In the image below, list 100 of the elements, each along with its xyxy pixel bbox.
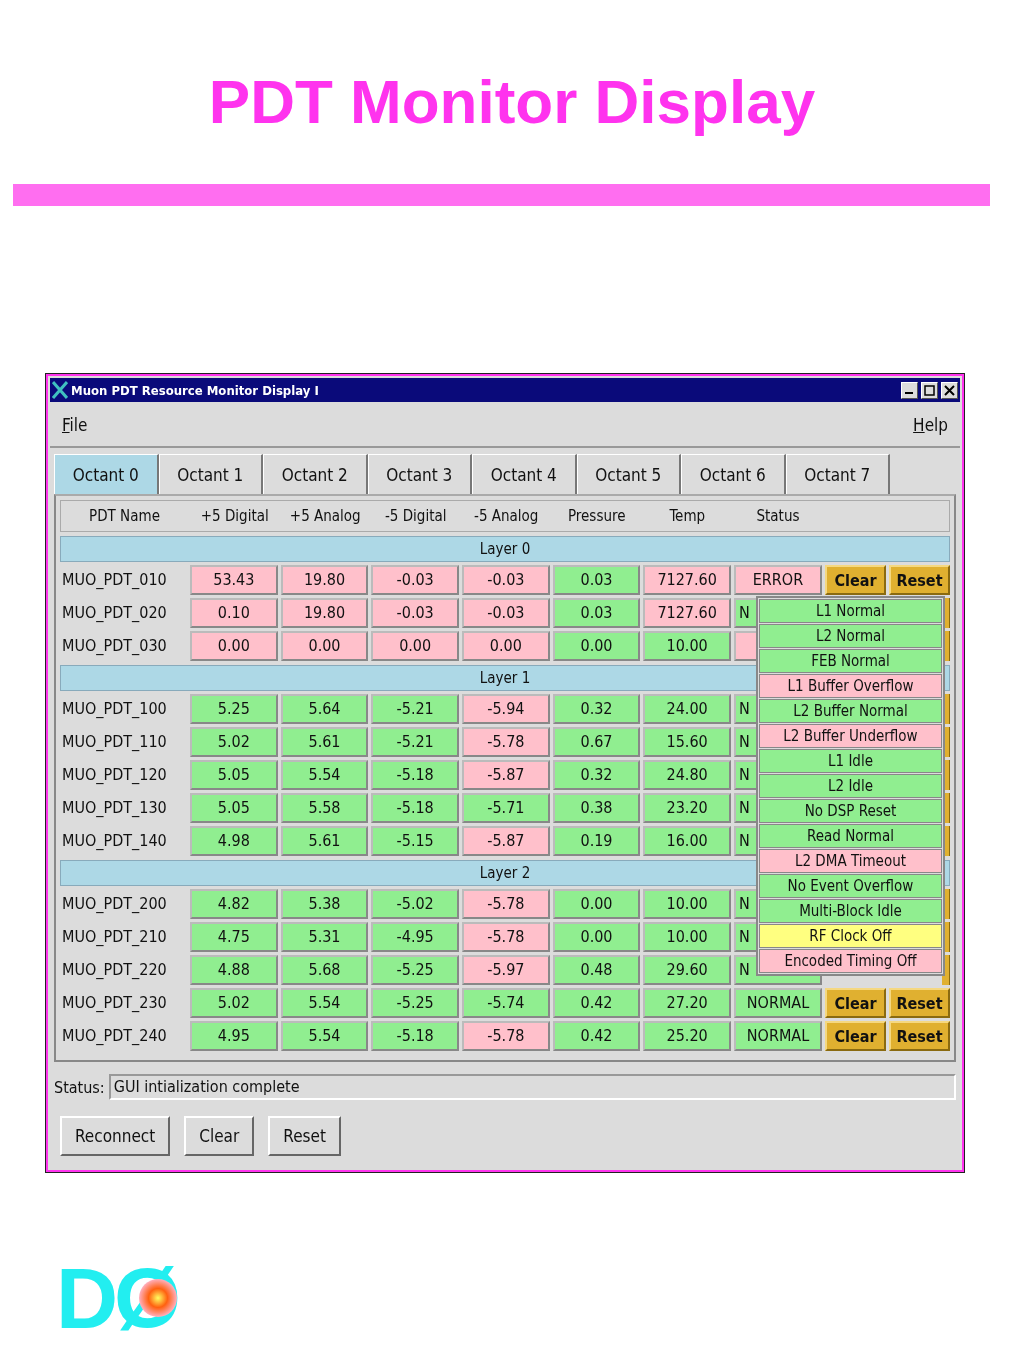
value-cell: 0.10 xyxy=(190,598,278,628)
column-header: Status xyxy=(755,507,801,525)
row-action-button[interactable]: Clear xyxy=(825,1021,886,1051)
value-cell: 0.19 xyxy=(552,826,641,856)
value-cell: -5.78 xyxy=(462,922,550,952)
status-menu-item[interactable]: L2 Idle xyxy=(759,774,942,798)
tab[interactable]: Octant 4 xyxy=(472,454,577,494)
value-cell: 5.02 xyxy=(190,988,278,1018)
status-menu-item[interactable]: FEB Normal xyxy=(759,649,942,673)
value-cell: 5.64 xyxy=(280,694,369,724)
tab[interactable]: Octant 7 xyxy=(785,454,890,494)
pdt-name: MUO_PDT_020 xyxy=(61,602,168,624)
value-cell: 0.00 xyxy=(552,922,641,952)
tab[interactable]: Octant 0 xyxy=(54,454,159,494)
value-cell: 0.32 xyxy=(552,760,641,790)
menu-item[interactable]: Help xyxy=(913,415,948,435)
row-action-button[interactable]: Clear xyxy=(825,565,886,595)
value-cell: -5.74 xyxy=(462,988,550,1018)
pdt-name: MUO_PDT_220 xyxy=(61,959,168,981)
status-menu-item[interactable]: No DSP Reset xyxy=(759,799,942,823)
maximize-button[interactable] xyxy=(921,381,938,399)
status-menu-item[interactable]: L2 Buffer Underflow xyxy=(759,724,942,748)
value-cell: 7127.60 xyxy=(643,565,731,595)
column-header: +5 Digital xyxy=(199,507,270,525)
action-button[interactable]: Reset xyxy=(268,1116,341,1156)
value-cell: 5.58 xyxy=(280,793,369,823)
value-cell: 24.80 xyxy=(643,760,731,790)
value-cell: 5.61 xyxy=(280,826,369,856)
status-menu-item[interactable]: No Event Overflow xyxy=(759,874,942,898)
value-cell: 0.48 xyxy=(552,955,641,985)
pdt-name: MUO_PDT_240 xyxy=(61,1025,168,1047)
value-cell: 5.05 xyxy=(190,760,278,790)
value-cell: 23.20 xyxy=(643,793,731,823)
value-cell: -5.21 xyxy=(371,694,459,724)
tab[interactable]: Octant 5 xyxy=(576,454,681,494)
window-title: Muon PDT Resource Monitor Display I xyxy=(71,382,320,398)
value-cell: -5.25 xyxy=(371,955,459,985)
value-cell: 5.54 xyxy=(280,1021,369,1051)
value-cell: 4.98 xyxy=(190,826,278,856)
value-cell: -5.87 xyxy=(462,826,550,856)
status-menu-item[interactable]: L2 DMA Timeout xyxy=(759,849,942,873)
menu-item[interactable]: File xyxy=(62,415,88,435)
value-cell: 0.67 xyxy=(552,727,641,757)
close-icon xyxy=(942,382,955,396)
status-label: Status: xyxy=(54,1077,105,1097)
value-cell: -5.02 xyxy=(371,889,459,919)
status-menu-item[interactable]: RF Clock Off xyxy=(759,924,942,948)
action-button[interactable]: Clear xyxy=(184,1116,255,1156)
minimize-icon xyxy=(905,391,913,394)
value-cell: -0.03 xyxy=(462,565,550,595)
status-menu-item[interactable]: L2 Normal xyxy=(759,624,942,648)
row-action-button[interactable]: Clear xyxy=(825,988,886,1018)
value-cell: 25.20 xyxy=(643,1021,731,1051)
value-cell: 5.68 xyxy=(280,955,369,985)
value-cell: -5.87 xyxy=(462,760,550,790)
tab[interactable]: Octant 6 xyxy=(681,454,786,494)
value-cell: 19.80 xyxy=(280,565,369,595)
status-menu-item[interactable]: Multi-Block Idle xyxy=(759,899,942,923)
value-cell: 0.03 xyxy=(552,565,641,595)
value-cell: -0.03 xyxy=(371,598,459,628)
value-cell: 24.00 xyxy=(643,694,731,724)
row-action-button[interactable]: Reset xyxy=(889,1021,950,1051)
row-action-button[interactable]: Reset xyxy=(889,988,950,1018)
status-menu-item[interactable]: Encoded Timing Off xyxy=(759,949,942,973)
value-cell: 0.00 xyxy=(280,631,369,661)
value-cell: -5.15 xyxy=(371,826,459,856)
value-cell: 4.75 xyxy=(190,922,278,952)
value-cell: -5.18 xyxy=(371,793,459,823)
row-action-button[interactable]: Reset xyxy=(889,565,950,595)
value-cell: 27.20 xyxy=(643,988,731,1018)
action-button[interactable]: Reconnect xyxy=(60,1116,171,1156)
value-cell: -5.78 xyxy=(462,727,550,757)
value-cell: 10.00 xyxy=(643,889,731,919)
status-menu-item[interactable]: L1 Idle xyxy=(759,749,942,773)
value-cell: 5.38 xyxy=(280,889,369,919)
value-cell: -5.18 xyxy=(371,1021,459,1051)
close-button[interactable] xyxy=(941,381,958,399)
value-cell: 5.05 xyxy=(190,793,278,823)
minimize-button[interactable] xyxy=(901,381,918,399)
pdt-name: MUO_PDT_010 xyxy=(61,569,168,591)
status-menu-item[interactable]: L1 Buffer Overflow xyxy=(759,674,942,698)
layer-header: Layer 0 xyxy=(60,536,950,562)
status-cell: NORMAL xyxy=(734,988,822,1018)
value-cell: 5.61 xyxy=(280,727,369,757)
column-header: Pressure xyxy=(566,507,627,525)
tab[interactable]: Octant 1 xyxy=(158,454,263,494)
tab[interactable]: Octant 2 xyxy=(263,454,368,494)
value-cell: 4.82 xyxy=(190,889,278,919)
tab[interactable]: Octant 3 xyxy=(367,454,472,494)
status-cell: ERROR xyxy=(734,565,822,595)
status-menu-item[interactable]: Read Normal xyxy=(759,824,942,848)
pdt-name: MUO_PDT_140 xyxy=(61,830,168,852)
value-cell: -5.94 xyxy=(462,694,550,724)
column-header: PDT Name xyxy=(88,507,161,525)
value-cell: -5.78 xyxy=(462,889,550,919)
status-menu-item[interactable]: L1 Normal xyxy=(759,599,942,623)
status-menu-item[interactable]: L2 Buffer Normal xyxy=(759,699,942,723)
pdt-name: MUO_PDT_110 xyxy=(61,731,168,753)
pdt-name: MUO_PDT_200 xyxy=(61,893,168,915)
value-cell: 0.00 xyxy=(552,889,641,919)
